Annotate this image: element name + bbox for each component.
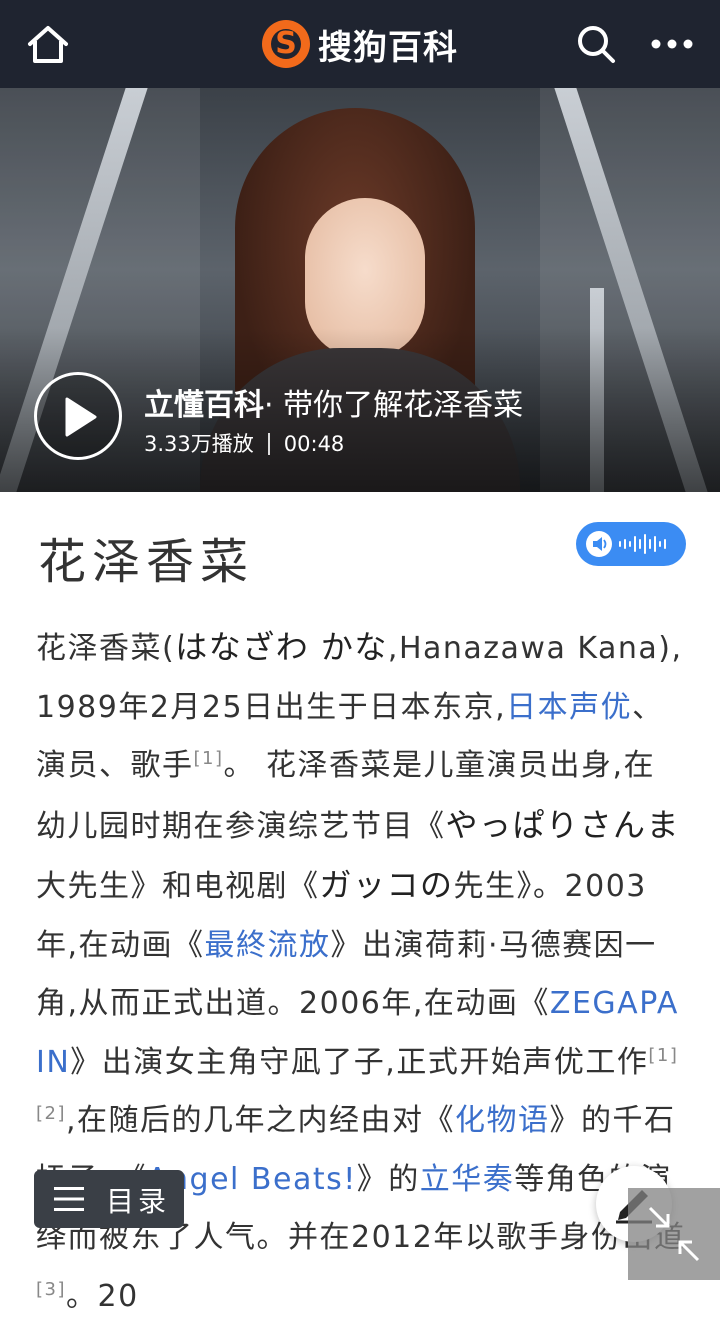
- video-title-text: · 带你了解花泽香菜: [264, 388, 524, 423]
- japanese-title: ガッコの: [319, 866, 454, 904]
- table-of-contents-button[interactable]: 目录: [34, 1170, 184, 1228]
- search-icon[interactable]: [576, 24, 616, 64]
- play-count: 3.33万播放: [144, 432, 254, 456]
- top-bar: 搜狗百科: [0, 0, 720, 88]
- play-icon: [65, 397, 97, 437]
- article-text: 大先生》和电视剧《: [36, 869, 320, 904]
- listen-audio-button[interactable]: [576, 522, 686, 566]
- reference-link[interactable]: [2]: [36, 1103, 66, 1124]
- link-bakemonogatari[interactable]: 化物语: [455, 1103, 550, 1138]
- article-text: 。20: [66, 1278, 139, 1314]
- link-ergo-proxy[interactable]: 最終流放: [205, 928, 331, 963]
- reference-link[interactable]: [1]: [194, 748, 224, 769]
- collapse-arrows-icon: [648, 1206, 700, 1262]
- sogou-baike-logo[interactable]: 搜狗百科: [262, 18, 458, 70]
- collapse-button[interactable]: [628, 1188, 720, 1280]
- japanese-title: やっぱりさんま: [445, 805, 681, 844]
- meta-divider: [267, 433, 270, 455]
- page-title: 花泽香菜: [38, 534, 255, 590]
- reference-link[interactable]: [3]: [36, 1279, 66, 1300]
- link-japanese-seiyuu[interactable]: 日本声优: [506, 690, 632, 725]
- article-text: ,在随后的几年之内经由对《: [66, 1103, 456, 1138]
- article-text: 花泽香菜(: [36, 631, 176, 666]
- video-duration: 00:48: [283, 432, 345, 456]
- video-brand: 立懂百科: [144, 388, 264, 423]
- link-tachibana-kanade[interactable]: 立华奏: [420, 1162, 515, 1197]
- toc-label: 目录: [106, 1185, 171, 1218]
- video-meta: 3.33万播放 00:48: [144, 428, 344, 458]
- speaker-waveform-icon: [586, 531, 666, 557]
- video-player[interactable]: 立懂百科· 带你了解花泽香菜 3.33万播放 00:48: [0, 88, 720, 492]
- video-title[interactable]: 立懂百科· 带你了解花泽香菜: [144, 380, 523, 424]
- more-icon[interactable]: [650, 30, 694, 58]
- sogou-logo-icon: [262, 20, 310, 68]
- reference-link[interactable]: [1]: [648, 1045, 678, 1066]
- home-icon[interactable]: [26, 24, 70, 64]
- japanese-name: はなざわ かな: [175, 628, 388, 666]
- article-text: 》出演女主角守凪了子,正式开始声优工作: [70, 1044, 649, 1080]
- play-button[interactable]: [34, 372, 122, 460]
- app-name: 搜狗百科: [318, 27, 458, 68]
- menu-icon: [54, 1187, 84, 1211]
- article-text: 》的: [356, 1161, 420, 1197]
